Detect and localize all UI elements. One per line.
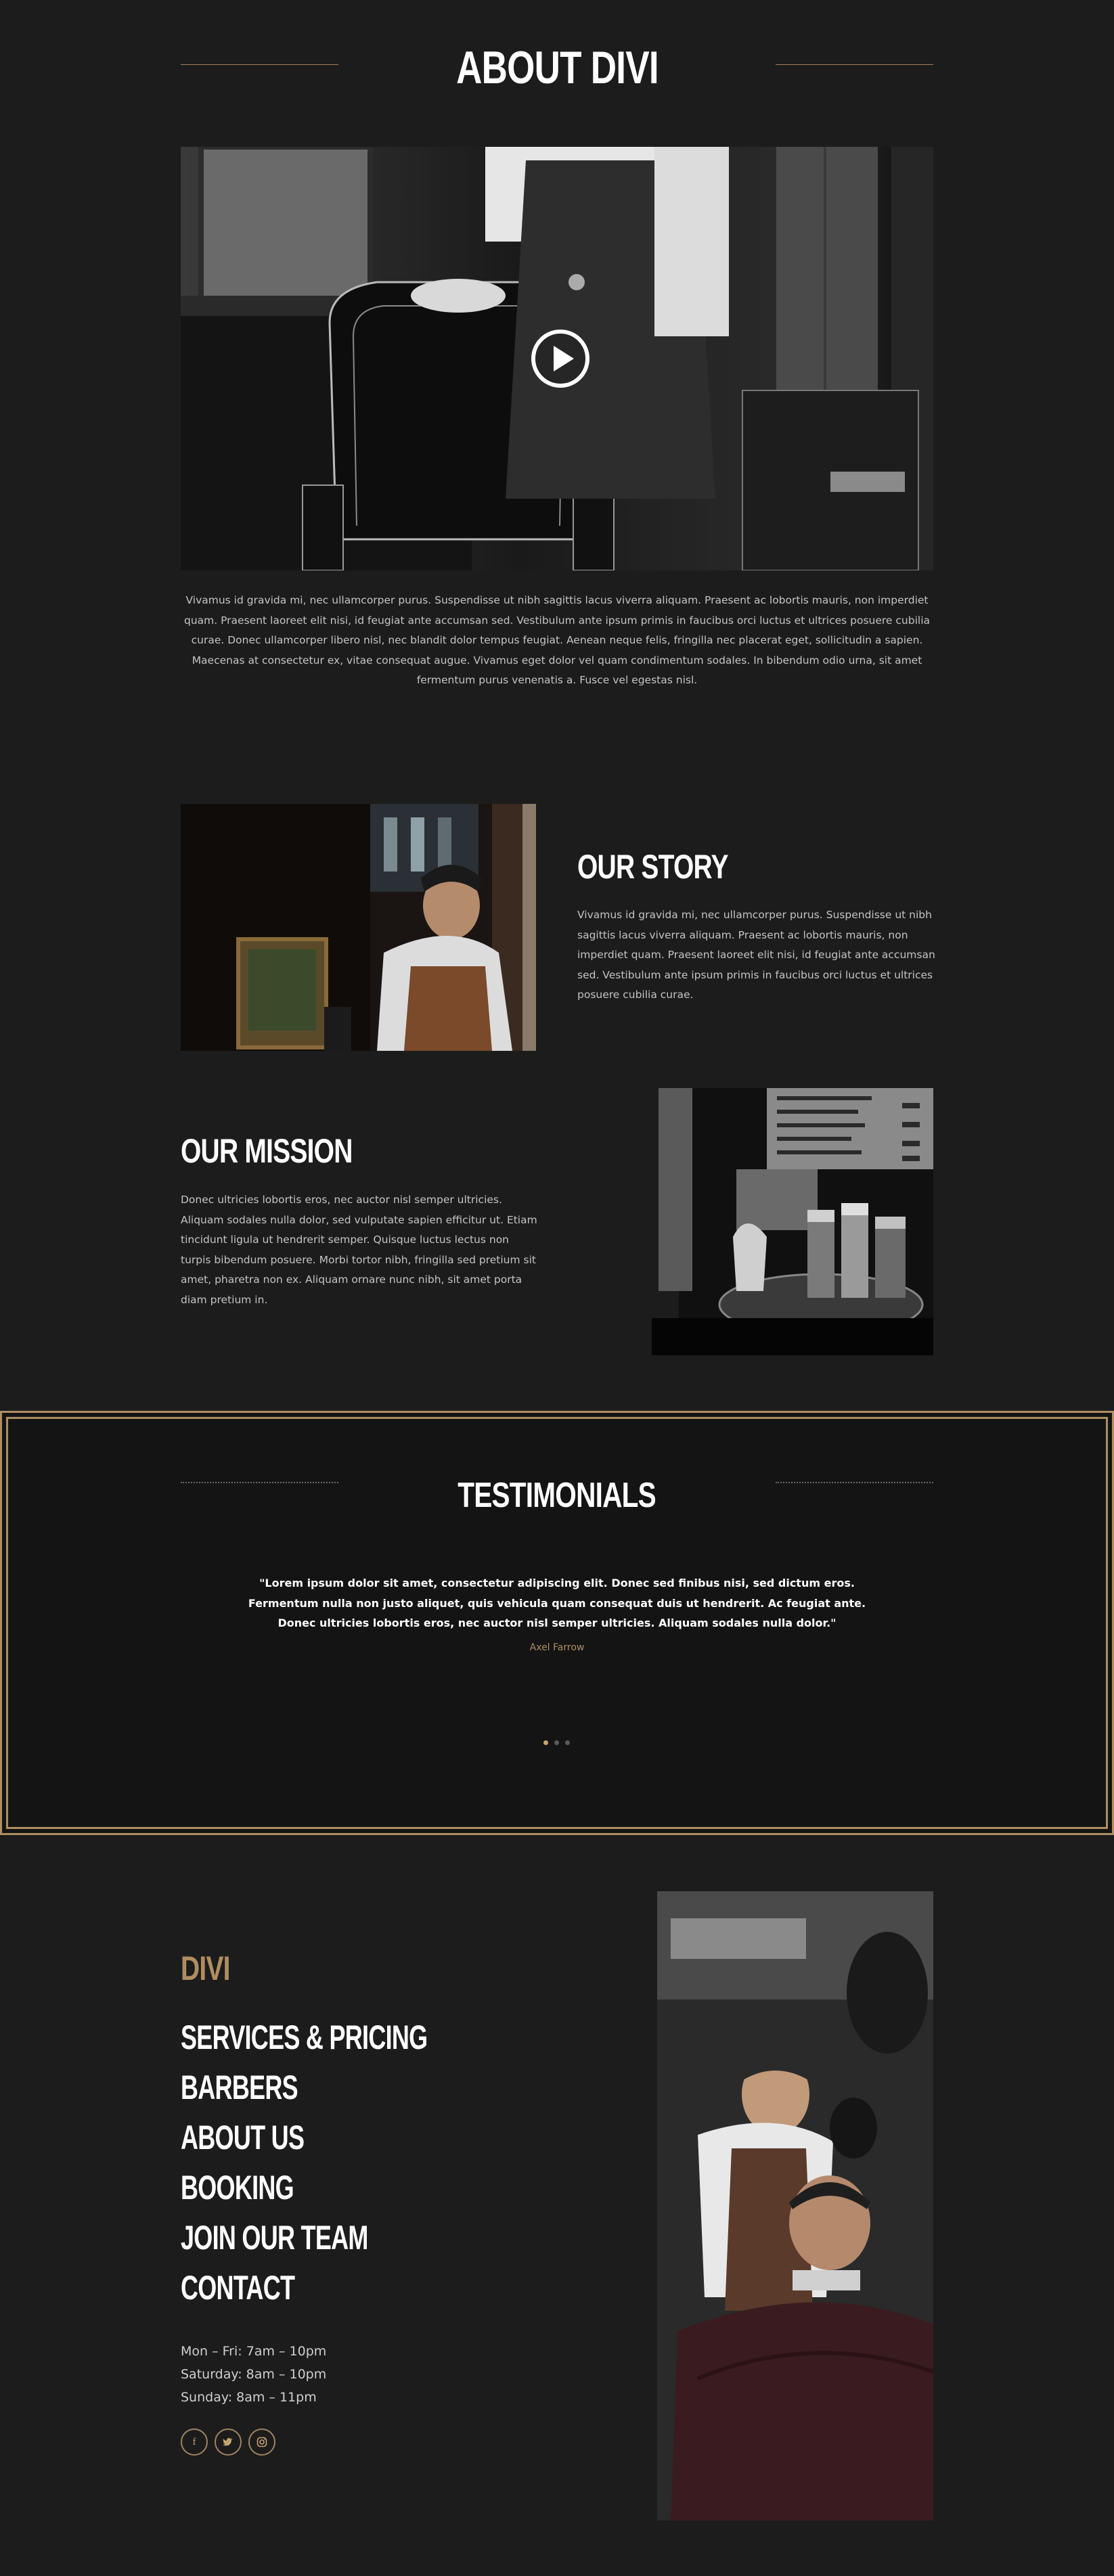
story-line-3: imperdiet quam. Praesent laoreet elit ni…	[577, 949, 935, 961]
facebook-icon[interactable]: f	[181, 2428, 208, 2456]
story-paragraph: Vivamus id gravida mi, nec ullamcorper p…	[577, 905, 936, 1005]
hours-weekdays: Mon – Fri: 7am – 10pm	[181, 2344, 327, 2359]
quote-line-3: Donec ultricies lobortis eros, nec aucto…	[277, 1617, 837, 1629]
mission-paragraph: Donec ultricies lobortis eros, nec aucto…	[181, 1190, 539, 1310]
about-line-3: curae. Donec ullamcorper libero nisl, ne…	[191, 634, 923, 646]
hours-sunday: Sunday: 8am – 11pm	[181, 2390, 317, 2405]
mission-line-4: turpis bibendum posuere. Morbi tortor ni…	[181, 1253, 536, 1266]
twitter-icon[interactable]	[215, 2428, 242, 2456]
testimonial-quote: "Lorem ipsum dolor sit amet, consectetur…	[181, 1573, 933, 1633]
quote-line-2: Fermentum nulla non justo aliquet, quis …	[248, 1596, 866, 1610]
story-line-4: sed. Vestibulum ante ipsum primis in fau…	[577, 968, 933, 981]
footer-link-booking[interactable]: BOOKING	[181, 2168, 294, 2207]
footer-brand-logo[interactable]: DIVI	[181, 1949, 231, 1988]
instagram-icon[interactable]	[248, 2428, 275, 2456]
mission-line-5: amet, pharetra non ex. Aliquam ornare nu…	[181, 1273, 522, 1286]
footer-link-contact[interactable]: CONTACT	[181, 2268, 295, 2307]
footer-link-services-pricing[interactable]: SERVICES & PRICING	[181, 2018, 428, 2057]
story-image	[181, 804, 536, 1051]
mission-title: OUR MISSION	[181, 1132, 353, 1170]
mission-line-6: diam pretium in.	[181, 1293, 268, 1306]
footer-link-about-us[interactable]: ABOUT US	[181, 2118, 305, 2157]
slider-dot-1[interactable]	[543, 1740, 548, 1745]
mission-line-1: Donec ultricies lobortis eros, nec aucto…	[181, 1194, 502, 1206]
testimonials-divider-left	[181, 1482, 338, 1483]
mission-line-2: Aliquam sodales nulla dolor, sed vulputa…	[181, 1213, 537, 1226]
mission-line-3: tincidunt ligula ut hendrerit semper. Qu…	[181, 1234, 510, 1246]
slider-dots	[541, 1740, 575, 1747]
testimonial-author: Axel Farrow	[529, 1642, 585, 1653]
about-paragraph: Vivamus id gravida mi, nec ullamcorper p…	[181, 591, 933, 691]
footer-link-barbers[interactable]: BARBERS	[181, 2068, 298, 2107]
story-title: OUR STORY	[577, 848, 728, 886]
about-video[interactable]	[181, 147, 933, 570]
testimonials-title: TESTIMONIALS	[458, 1476, 656, 1515]
play-icon[interactable]	[531, 330, 589, 388]
slider-dot-3[interactable]	[565, 1740, 570, 1745]
about-line-2: quam. Praesent laoreet elit nisi, id feu…	[183, 614, 930, 627]
heading-divider-right	[776, 64, 933, 65]
mission-image	[577, 1088, 933, 1355]
testimonials-divider-right	[776, 1482, 933, 1483]
about-title: ABOUT DIVI	[455, 42, 659, 93]
facebook-glyph: f	[192, 2436, 196, 2447]
story-line-1: Vivamus id gravida mi, nec ullamcorper p…	[577, 909, 932, 921]
story-line-5: posuere cubilia curae.	[577, 989, 694, 1001]
story-line-2: sagittis lacus viverra aliquam. Praesent…	[577, 928, 908, 941]
footer-link-join-our-team[interactable]: JOIN OUR TEAM	[181, 2218, 368, 2257]
heading-divider-left	[181, 64, 338, 65]
about-line-5: fermentum purus venenatis a. Fusce vel e…	[416, 674, 698, 686]
slider-dot-2[interactable]	[554, 1740, 559, 1745]
footer-barber-image	[657, 1891, 933, 2521]
about-line-4: Maecenas at consectetur ex, vitae conseq…	[192, 654, 922, 666]
quote-line-1: "Lorem ipsum dolor sit amet, consectetur…	[259, 1577, 855, 1589]
hours-saturday: Saturday: 8am – 10pm	[181, 2367, 327, 2382]
about-line-1: Vivamus id gravida mi, nec ullamcorper p…	[185, 594, 929, 606]
